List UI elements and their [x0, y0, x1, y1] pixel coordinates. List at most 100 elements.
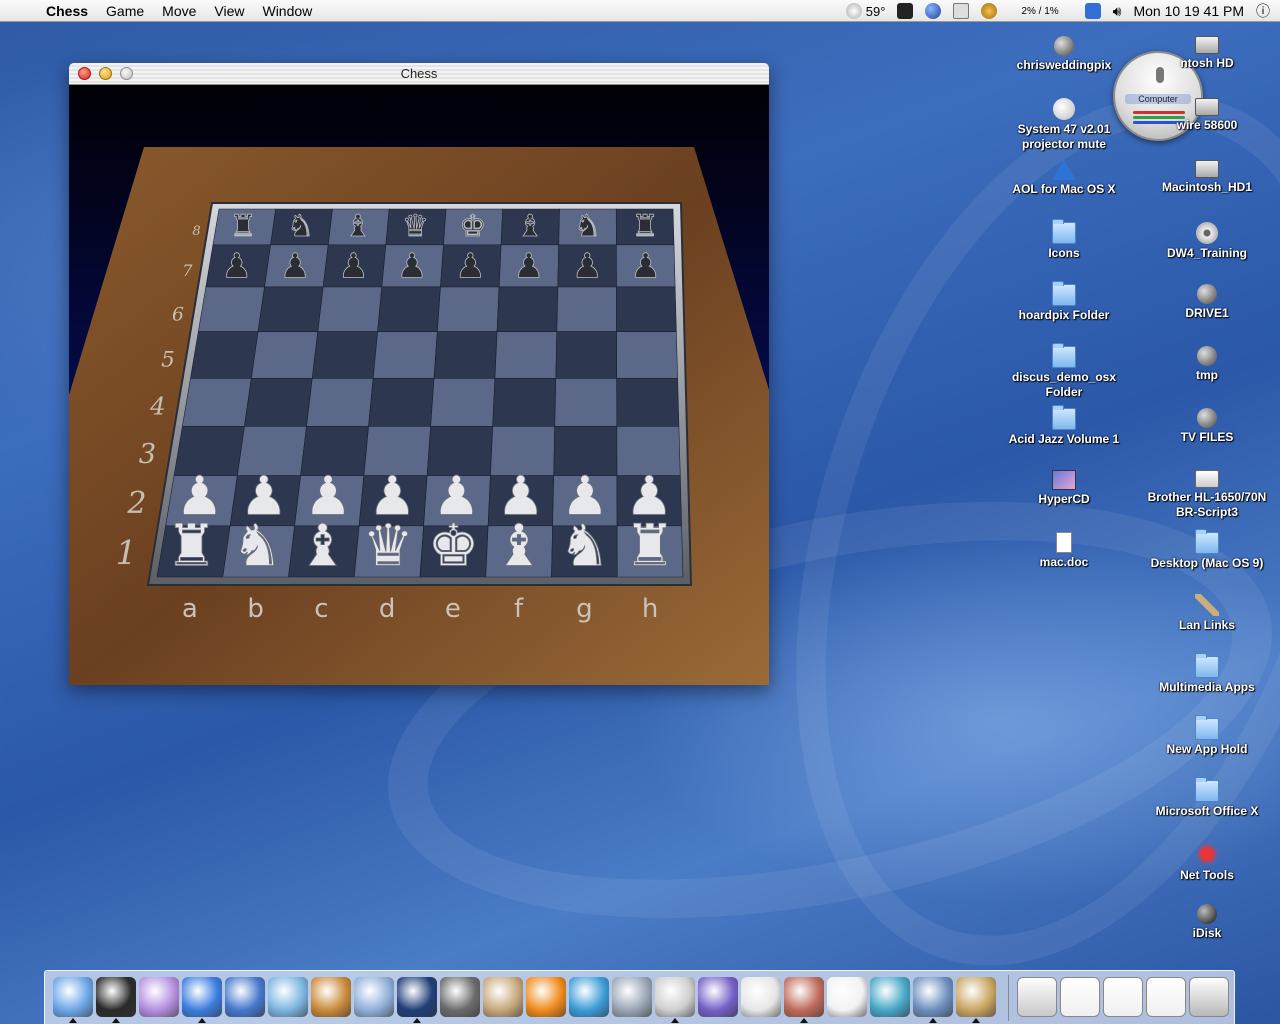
desktop-icon[interactable]: Lan Links: [1137, 594, 1277, 633]
chess-icon[interactable]: [956, 977, 996, 1017]
clock[interactable]: Mon 10 19 41 PM: [1133, 3, 1244, 19]
preview-icon[interactable]: [913, 977, 953, 1017]
board-square[interactable]: [182, 378, 252, 427]
cpu-monitor[interactable]: 2% / 1%: [1021, 6, 1058, 17]
shield-icon[interactable]: [897, 3, 914, 19]
desktop-icon[interactable]: Multimedia Apps: [1137, 653, 1277, 695]
dictionary-icon[interactable]: [483, 977, 523, 1017]
board-square[interactable]: [494, 331, 558, 379]
blackbox-icon[interactable]: [96, 977, 136, 1017]
sherlock-icon[interactable]: [440, 977, 480, 1017]
fish-app-icon[interactable]: [526, 977, 566, 1017]
board-square[interactable]: [492, 378, 557, 427]
desktop-icon[interactable]: Icons: [994, 219, 1134, 261]
ftp-app-icon[interactable]: [870, 977, 910, 1017]
menu-view[interactable]: View: [205, 0, 253, 22]
trash-icon[interactable]: [1189, 977, 1229, 1017]
menu-game[interactable]: Game: [97, 0, 153, 22]
system-prefs-icon[interactable]: [612, 977, 652, 1017]
desktop-icon[interactable]: TV FILES: [1137, 408, 1277, 445]
desktop-icon[interactable]: hoardpix Folder: [994, 281, 1134, 323]
board-square[interactable]: [251, 331, 319, 379]
board-square[interactable]: [372, 331, 438, 379]
board-square[interactable]: [368, 378, 435, 427]
black-piece[interactable]: ♜: [631, 209, 659, 245]
board-square[interactable]: [437, 286, 500, 332]
black-piece[interactable]: ♛: [402, 209, 430, 245]
network-app-icon[interactable]: [397, 977, 437, 1017]
desktop-icon[interactable]: tmp: [1137, 346, 1277, 383]
photo-app-icon[interactable]: [311, 977, 351, 1017]
black-piece[interactable]: ♟: [572, 246, 603, 287]
desktop-icon[interactable]: Net Tools: [1137, 842, 1277, 883]
desktop-icon[interactable]: Macintosh_HD1: [1137, 160, 1277, 195]
board-square[interactable]: [496, 286, 559, 332]
globe-icon[interactable]: [925, 3, 942, 19]
desktop-icon[interactable]: System 47 v2.01 projector mute: [994, 98, 1134, 152]
white-piece[interactable]: ♜: [624, 511, 677, 580]
desktop-icon[interactable]: Microsoft Office X: [1137, 777, 1277, 819]
board-square[interactable]: [554, 378, 618, 427]
black-piece[interactable]: ♝: [516, 209, 544, 245]
mail-app-icon[interactable]: [139, 977, 179, 1017]
info-icon[interactable]: ⓘ: [1256, 1, 1270, 21]
desktop-icon[interactable]: chrisweddingpix: [994, 36, 1134, 73]
black-piece[interactable]: ♞: [287, 209, 315, 245]
desktop-icon[interactable]: discus_demo_osx Folder: [994, 343, 1134, 400]
board-square[interactable]: [257, 286, 324, 332]
apple-app-icon[interactable]: [655, 977, 695, 1017]
desktop-icon[interactable]: New App Hold: [1137, 715, 1277, 757]
board-square[interactable]: [317, 286, 383, 332]
desktop-icon[interactable]: AOL for Mac OS X: [994, 160, 1134, 197]
board-square[interactable]: [433, 331, 498, 379]
board-square[interactable]: [556, 286, 617, 332]
black-piece[interactable]: ♟: [279, 246, 310, 287]
black-piece[interactable]: ♞: [574, 209, 602, 245]
window-titlebar[interactable]: Chess: [69, 63, 769, 85]
desktop-icon[interactable]: HyperCD: [994, 470, 1134, 507]
iphoto-icon[interactable]: [268, 977, 308, 1017]
black-piece[interactable]: ♟: [455, 246, 486, 287]
board-square[interactable]: [616, 331, 678, 379]
board-square[interactable]: [306, 378, 374, 427]
desktop-icon[interactable]: Acid Jazz Volume 1: [994, 405, 1134, 447]
black-piece[interactable]: ♝: [344, 209, 372, 245]
black-piece[interactable]: ♚: [459, 209, 487, 245]
app-menu[interactable]: Chess: [42, 0, 97, 22]
weather-icon[interactable]: [845, 3, 862, 19]
quicktime-icon[interactable]: [569, 977, 609, 1017]
desktop-icon[interactable]: Brother HL-1650/70N BR-Script3: [1137, 470, 1277, 520]
desktop-icon[interactable]: wire 58600: [1137, 98, 1277, 133]
temperature-readout[interactable]: 59°: [866, 4, 886, 19]
volume-icon[interactable]: 🔊︎: [1113, 3, 1122, 20]
white-piece[interactable]: ♝: [493, 511, 546, 580]
board-square[interactable]: [555, 331, 618, 379]
mail-at-icon[interactable]: [1017, 977, 1057, 1017]
internet-explorer-icon[interactable]: [182, 977, 222, 1017]
graphing-app-icon[interactable]: [698, 977, 738, 1017]
board-square[interactable]: [244, 378, 313, 427]
display-icon[interactable]: [953, 3, 970, 19]
board-square[interactable]: [190, 331, 259, 379]
window-thumb-3-icon[interactable]: [1146, 977, 1186, 1017]
window-thumb-1-icon[interactable]: [1060, 977, 1100, 1017]
board-square[interactable]: [377, 286, 441, 332]
white-piece[interactable]: ♛: [362, 511, 415, 580]
board-square[interactable]: [616, 286, 677, 332]
desktop-icon[interactable]: Desktop (Mac OS 9): [1137, 529, 1277, 571]
board-square[interactable]: [616, 378, 680, 427]
star-icon[interactable]: [981, 3, 998, 19]
white-piece[interactable]: ♚: [427, 511, 480, 580]
itunes-icon[interactable]: [354, 977, 394, 1017]
black-piece[interactable]: ♟: [338, 246, 369, 287]
desktop-icon[interactable]: ntosh HD: [1137, 36, 1277, 71]
calendar-app-icon[interactable]: [784, 977, 824, 1017]
chess-board-canvas[interactable]: a b c d e f g h12345678 ♜ ♞ ♝ ♛ ♚ ♝ ♞ ♜♟ ♟ ♟ ♟ ♟ ♟ ♟ ♟♟ ♟ ♟ ♟ ♟ ♟ ♟…: [69, 85, 769, 685]
board-square[interactable]: [311, 331, 378, 379]
black-piece[interactable]: ♟: [513, 246, 544, 287]
white-piece[interactable]: ♜: [165, 511, 218, 580]
text-edit-icon[interactable]: [741, 977, 781, 1017]
help-icon[interactable]: [1084, 3, 1101, 19]
desktop-icon[interactable]: DW4_Training: [1137, 222, 1277, 261]
finder-icon[interactable]: [53, 977, 93, 1017]
